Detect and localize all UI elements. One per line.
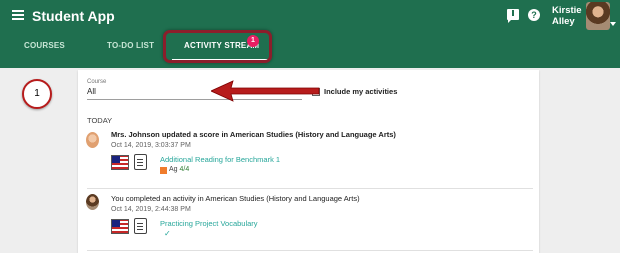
activity-item: You completed an activity in American St… [78,194,539,248]
include-my-activities-toggle[interactable]: Include my activities [312,87,398,97]
avatar[interactable] [586,2,610,30]
tab-courses[interactable]: COURSES [24,41,65,50]
tab-highlight-annotation [163,30,272,63]
check-icon: ✓ [164,229,171,238]
menu-icon[interactable] [12,10,24,20]
activity-time: Oct 14, 2019, 3:03:37 PM [111,142,191,149]
divider [87,250,533,251]
app-title: Student App [32,8,115,24]
chevron-down-icon[interactable] [610,22,616,26]
grade-label: Ag [169,166,178,173]
activity-link[interactable]: Additional Reading for Benchmark 1 [160,155,280,164]
course-select-value: All [87,87,96,96]
step-marker: 1 [22,79,52,109]
activity-title: You completed an activity in American St… [111,194,360,203]
pointer-arrow-annotation [211,80,320,102]
activity-title: Mrs. Johnson updated a score in American… [111,130,396,139]
grade-color-swatch [160,167,167,174]
activity-time: Oct 14, 2019, 2:44:38 PM [111,206,191,213]
user-avatar [86,194,99,210]
tab-to-do-list[interactable]: TO-DO LIST [107,41,154,50]
document-icon [134,218,147,234]
message-alert-icon[interactable] [507,9,519,23]
grade-text: Ag 4/4 [169,166,189,173]
course-filter-label: Course [87,79,107,85]
teacher-avatar [86,132,99,148]
tab-bar: COURSES TO-DO LIST ACTIVITY STREAM [0,37,620,61]
app-bar-row: Student App ? Kirstie Alley [0,0,620,33]
activity-item: Mrs. Johnson updated a score in American… [78,130,539,184]
course-flag-icon [111,155,129,170]
include-label: Include my activities [324,87,398,96]
grade-value: 4/4 [179,166,190,173]
document-icon [134,154,147,170]
activity-link[interactable]: Practicing Project Vocabulary [160,219,258,228]
divider [87,188,533,189]
course-flag-icon [111,219,129,234]
section-heading: TODAY [87,116,113,125]
top-app-bar: Student App ? Kirstie Alley COURSES TO-D… [0,0,620,68]
help-icon[interactable]: ? [528,9,540,21]
